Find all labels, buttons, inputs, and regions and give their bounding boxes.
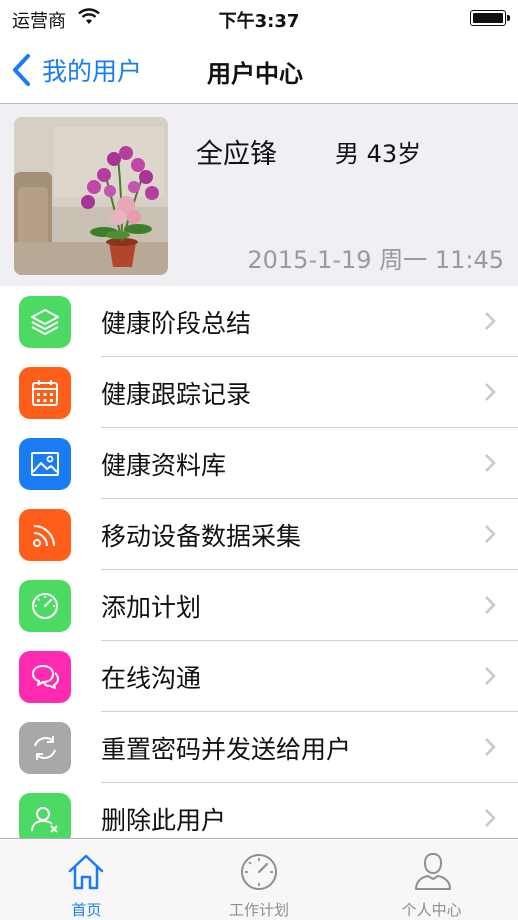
rss-icon	[33, 525, 55, 547]
menu-item-label: 健康阶段总结	[101, 309, 252, 338]
menu-item-online-chat[interactable]: 在线沟通	[0, 641, 518, 712]
menu-item-icon-box	[19, 438, 71, 490]
menu-item-icon-box	[19, 722, 71, 774]
speedometer-icon	[32, 593, 58, 619]
chevron-right-icon	[485, 312, 496, 330]
avatar[interactable]	[14, 117, 168, 275]
tab-label: 首页	[71, 901, 102, 919]
calendar-icon	[32, 380, 58, 406]
layers-icon	[31, 309, 59, 335]
chevron-right-icon	[485, 809, 496, 827]
chevron-right-icon	[485, 525, 496, 543]
menu-item-icon-box	[19, 367, 71, 419]
menu-item-label: 健康跟踪记录	[101, 380, 252, 409]
menu-item-icon-box	[19, 651, 71, 703]
tab-home[interactable]: 首页	[0, 839, 173, 920]
speedometer-icon	[241, 854, 277, 890]
menu-item-add-plan[interactable]: 添加计划	[0, 570, 518, 641]
chevron-right-icon	[485, 596, 496, 614]
user-datetime: 2015-1-19 周一 11:45	[247, 246, 504, 274]
user-name: 全应锋	[196, 139, 277, 170]
status-bar: 运营商 下午3:37	[0, 0, 518, 36]
menu-item-label: 重置密码并发送给用户	[101, 735, 352, 764]
menu-item-device-data-collection[interactable]: 移动设备数据采集	[0, 499, 518, 570]
image-icon	[31, 452, 59, 476]
back-button[interactable]: 我的用户	[10, 50, 142, 90]
tab-work-plan[interactable]: 工作计划	[173, 839, 346, 920]
page-title: 用户中心	[207, 60, 303, 88]
remove-user-icon	[31, 807, 58, 833]
battery-icon	[470, 10, 510, 26]
tab-label: 工作计划	[229, 901, 290, 919]
menu-item-icon-box	[19, 509, 71, 561]
menu-item-label: 健康资料库	[101, 451, 227, 480]
menu-item-icon-box	[19, 580, 71, 632]
home-icon	[69, 854, 104, 890]
chevron-right-icon	[485, 383, 496, 401]
tab-personal-center[interactable]: 个人中心	[345, 839, 518, 920]
menu-list: 健康阶段总结 健康跟踪记录 健康资料库 移动设备数据采集 添加计划 在线沟通 重…	[0, 286, 518, 854]
menu-item-health-tracking[interactable]: 健康跟踪记录	[0, 357, 518, 428]
chevron-right-icon	[485, 667, 496, 685]
profile-header: 全应锋 男 43岁 2015-1-19 周一 11:45	[0, 104, 518, 286]
chevron-left-icon	[13, 54, 30, 86]
menu-item-health-stage-summary[interactable]: 健康阶段总结	[0, 286, 518, 357]
avatar-image	[14, 117, 168, 275]
menu-item-icon-box	[19, 296, 71, 348]
refresh-icon	[34, 736, 56, 760]
chevron-right-icon	[485, 738, 496, 756]
chevron-right-icon	[485, 454, 496, 472]
menu-item-health-library[interactable]: 健康资料库	[0, 428, 518, 499]
menu-item-reset-password[interactable]: 重置密码并发送给用户	[0, 712, 518, 783]
menu-item-label: 删除此用户	[101, 806, 227, 835]
person-icon	[414, 852, 451, 890]
menu-item-label: 移动设备数据采集	[101, 522, 302, 551]
back-button-label: 我的用户	[42, 57, 143, 86]
menu-item-label: 添加计划	[101, 593, 202, 622]
tab-label: 个人中心	[401, 901, 462, 919]
chat-icon	[32, 665, 59, 689]
tab-bar: 首页 工作计划 个人中心	[0, 838, 518, 920]
menu-item-label: 在线沟通	[101, 664, 202, 693]
user-gender-age: 男 43岁	[335, 140, 422, 168]
nav-bar: 我的用户 用户中心	[0, 36, 518, 104]
status-time: 下午3:37	[218, 11, 300, 32]
